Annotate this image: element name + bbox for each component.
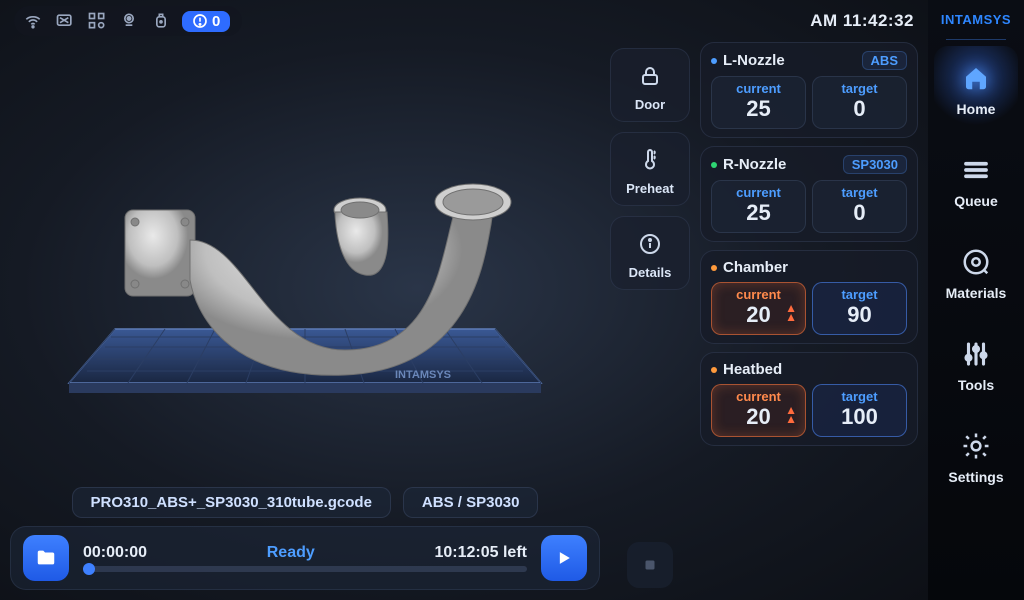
model-preview[interactable]: INTAMSYS [10, 42, 600, 481]
filename-chip[interactable]: PRO310_ABS+_SP3030_310tube.gcode [72, 487, 391, 518]
clock: AM 11:42:32 [810, 11, 914, 31]
qr-icon [86, 10, 108, 32]
heatbed-target[interactable]: target100 [812, 384, 907, 437]
warnings-count: 0 [212, 13, 220, 30]
rnozzle-current[interactable]: current25 [711, 180, 806, 233]
lnozzle-card[interactable]: L-NozzleABS current25 target0 [700, 42, 918, 138]
gear-icon [959, 429, 993, 463]
heating-up-icon: ▲▲ [785, 304, 797, 322]
spool-icon [959, 245, 993, 279]
preheat-button[interactable]: Preheat [610, 132, 690, 206]
door-button[interactable]: Door [610, 48, 690, 122]
right-nav: INTAMSYS Home Queue Materials Tools Sett… [928, 0, 1024, 600]
lnozzle-target[interactable]: target0 [812, 76, 907, 129]
nav-tools[interactable]: Tools [934, 322, 1018, 408]
nav-queue[interactable]: Queue [934, 138, 1018, 224]
progress-bar: 00:00:00 Ready 10:12:05 left [10, 526, 600, 590]
model-3d [95, 140, 515, 400]
home-icon [959, 61, 993, 95]
remaining-time: 10:12:05 left [434, 544, 527, 562]
wifi-icon [22, 10, 44, 32]
elapsed-time: 00:00:00 [83, 544, 147, 562]
screen-off-icon [54, 10, 76, 32]
chamber-card[interactable]: Chamber current20▲▲ target90 [700, 250, 918, 344]
print-state: Ready [267, 544, 315, 562]
progress-track[interactable] [83, 566, 527, 572]
details-label: Details [629, 265, 672, 280]
dot-icon [711, 162, 717, 168]
thermometer-icon [633, 143, 667, 177]
chamber-target[interactable]: target90 [812, 282, 907, 335]
door-label: Door [635, 97, 665, 112]
warnings-badge[interactable]: 0 [182, 11, 230, 32]
temperature-panel: L-NozzleABS current25 target0 R-NozzleSP… [700, 42, 918, 590]
dot-icon [711, 367, 717, 373]
preheat-label: Preheat [626, 181, 674, 196]
nav-settings[interactable]: Settings [934, 414, 1018, 500]
heatbed-current[interactable]: current20▲▲ [711, 384, 806, 437]
material-tag: ABS [862, 51, 907, 70]
info-icon [633, 227, 667, 261]
chamber-current[interactable]: current20▲▲ [711, 282, 806, 335]
materials-chip[interactable]: ABS / SP3030 [403, 487, 539, 518]
heating-up-icon: ▲▲ [785, 406, 797, 424]
status-cluster: 0 [14, 6, 242, 36]
nav-materials[interactable]: Materials [934, 230, 1018, 316]
lock-icon [633, 59, 667, 93]
heatbed-card[interactable]: Heatbed current20▲▲ target100 [700, 352, 918, 446]
usb-icon [150, 10, 172, 32]
file-info-bar: PRO310_ABS+_SP3030_310tube.gcode ABS / S… [10, 481, 600, 526]
play-button[interactable] [541, 535, 587, 581]
lnozzle-current[interactable]: current25 [711, 76, 806, 129]
details-button[interactable]: Details [610, 216, 690, 290]
brand-logo: INTAMSYS [941, 6, 1011, 31]
nav-home[interactable]: Home [934, 46, 1018, 132]
stop-button[interactable] [627, 542, 673, 588]
queue-icon [959, 153, 993, 187]
rnozzle-card[interactable]: R-NozzleSP3030 current25 target0 [700, 146, 918, 242]
dot-icon [711, 265, 717, 271]
top-status-bar: 0 AM 11:42:32 [0, 0, 928, 42]
open-file-button[interactable] [23, 535, 69, 581]
dot-icon [711, 58, 717, 64]
material-tag: SP3030 [843, 155, 907, 174]
camera-icon [118, 10, 140, 32]
sliders-icon [959, 337, 993, 371]
rnozzle-target[interactable]: target0 [812, 180, 907, 233]
